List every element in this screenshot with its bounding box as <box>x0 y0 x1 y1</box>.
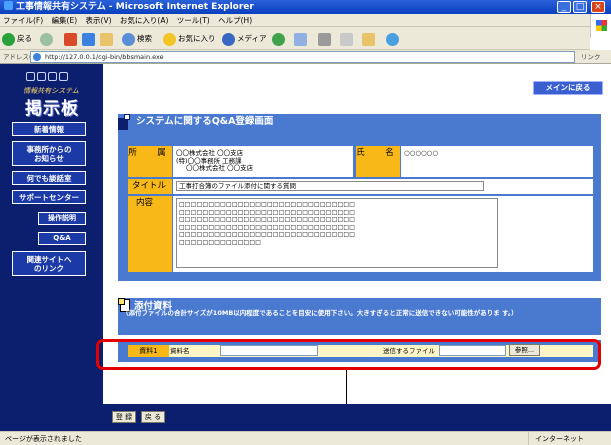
page-title: システムに関するQ&A登録画面 <box>136 116 274 127</box>
title-input[interactable]: 工事打合簿のファイル添付に関する質問 <box>176 181 484 191</box>
address-bar: アドレス(D) http://127.0.0.1/cgi-bin/bbsmain… <box>0 50 611 64</box>
menu-file[interactable]: ファイル(F) <box>3 16 43 25</box>
logo-grid-icon <box>26 72 76 86</box>
forward-button[interactable] <box>40 31 55 46</box>
star-icon <box>163 32 176 46</box>
title-marker-accent <box>124 114 130 120</box>
menu-edit[interactable]: 編集(E) <box>52 16 78 25</box>
stop-icon <box>64 32 77 46</box>
mail-button[interactable] <box>294 31 309 46</box>
search-button[interactable]: 検索 <box>122 31 152 46</box>
print-button[interactable] <box>318 31 333 46</box>
content-label: 内容 <box>128 196 172 272</box>
forward-arrow-icon <box>40 32 53 46</box>
messenger-icon <box>386 32 399 46</box>
minimize-button[interactable]: _ <box>557 1 571 13</box>
menu-view[interactable]: 表示(V) <box>86 16 112 25</box>
name-value: ○○○○○○ <box>401 146 593 177</box>
address-input[interactable]: http://127.0.0.1/cgi-bin/bbsmain.exe <box>30 51 575 63</box>
toolbar: 戻る 検索 お気に入り メディア <box>0 27 590 50</box>
messenger-button[interactable] <box>386 31 401 46</box>
status-bar: ページが表示されました インターネット <box>0 431 611 445</box>
media-icon <box>222 32 235 46</box>
history-button[interactable] <box>272 31 287 46</box>
highlight-callout-box <box>96 339 601 370</box>
links-label[interactable]: リンク <box>581 50 601 64</box>
media-button[interactable]: メディア <box>222 31 266 46</box>
folder-icon <box>362 32 375 46</box>
status-text: ページが表示されました <box>5 435 82 443</box>
back-arrow-icon <box>2 32 15 46</box>
title-label: タイトル <box>128 179 172 194</box>
history-icon <box>272 32 285 46</box>
page-icon <box>33 53 41 61</box>
search-icon <box>122 32 135 46</box>
home-button[interactable] <box>100 31 115 46</box>
nav-links[interactable]: 関連サイトへ のリンク <box>12 251 86 276</box>
refresh-icon <box>82 32 95 46</box>
stop-button[interactable] <box>64 31 79 46</box>
content-textarea[interactable]: □□□□□□□□□□□□□□□□□□□□□□□□□□□□□□ □□□□□□□□□… <box>176 198 498 268</box>
nav-news[interactable]: 新着情報 <box>12 122 86 136</box>
refresh-button[interactable] <box>82 31 97 46</box>
menu-bar: ファイル(F) 編集(E) 表示(V) お気に入り(A) ツール(T) ヘルプ(… <box>0 14 611 27</box>
favorites-button[interactable]: お気に入り <box>163 31 216 46</box>
affiliation-label: 所 属 <box>128 146 172 177</box>
attachment-note: （添付ファイルの合計サイズが10MB以内程度であることを目安に使用下さい。大きす… <box>122 309 518 317</box>
left-nav-column <box>0 64 103 431</box>
menu-favorites[interactable]: お気に入り(A) <box>120 16 168 25</box>
nav-manual[interactable]: 操作説明 <box>38 212 86 225</box>
affiliation-value: 〇〇株式会社 〇〇支店 (特)〇〇事務所 工務課 〇〇株式会社 〇〇支店 <box>173 146 353 177</box>
back-button[interactable]: 戻る <box>2 31 32 46</box>
windows-flag-icon <box>596 20 607 31</box>
security-zone: インターネット <box>528 432 611 445</box>
close-button[interactable]: × <box>591 1 605 13</box>
menu-help[interactable]: ヘルプ(H) <box>218 16 252 25</box>
maximize-button[interactable]: □ <box>573 1 587 13</box>
folder-button[interactable] <box>362 31 377 46</box>
bbs-logo: 情報共有システム 掲示板 <box>18 72 84 119</box>
register-button[interactable]: 登 録 <box>112 411 136 423</box>
mail-icon <box>294 32 307 46</box>
back-page-button[interactable]: 戻 る <box>141 411 165 423</box>
main-return-button[interactable]: メインに戻る <box>533 81 603 95</box>
edit-icon <box>340 32 353 46</box>
nav-office-notice[interactable]: 事務所からの お知らせ <box>12 141 86 166</box>
nav-support[interactable]: サポートセンター <box>12 190 86 204</box>
footer-bar <box>103 404 611 431</box>
home-icon <box>100 32 113 46</box>
logo-title: 掲示板 <box>25 99 79 119</box>
ie-icon <box>4 1 13 10</box>
edit-button[interactable] <box>340 31 355 46</box>
windows-logo <box>590 14 611 38</box>
menu-tools[interactable]: ツール(T) <box>177 16 210 25</box>
window-title: 工事情報共有システム - Microsoft Internet Explorer <box>16 2 254 12</box>
nav-forum[interactable]: 何でも談話室 <box>12 171 86 185</box>
name-label: 氏 名 <box>356 146 400 177</box>
print-icon <box>318 32 331 46</box>
window-title-bar: 工事情報共有システム - Microsoft Internet Explorer <box>0 0 611 14</box>
nav-qa[interactable]: Q&A <box>38 232 86 245</box>
